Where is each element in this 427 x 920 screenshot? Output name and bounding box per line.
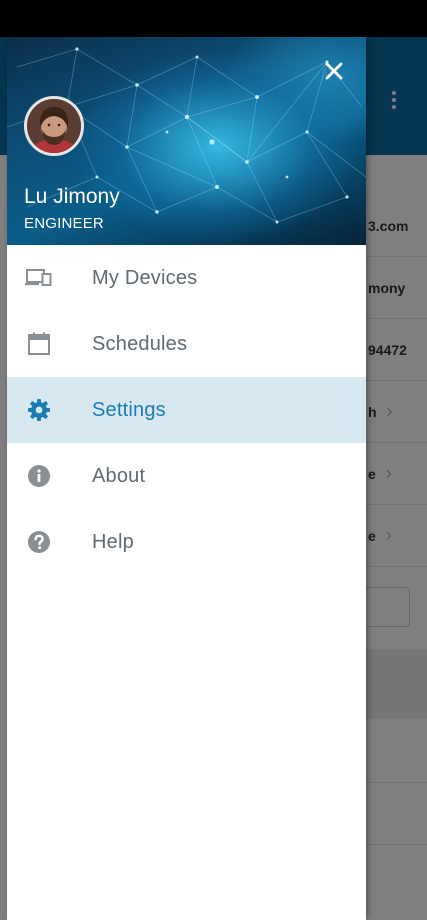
menu-label-my-devices: My Devices xyxy=(92,266,198,289)
gear-icon xyxy=(25,396,53,424)
status-bar xyxy=(0,0,427,37)
calendar-icon xyxy=(25,330,53,358)
menu-item-my-devices[interactable]: My Devices xyxy=(7,245,366,311)
close-drawer-button[interactable] xyxy=(318,55,350,87)
user-role: ENGINEER xyxy=(24,215,104,232)
menu-item-settings[interactable]: Settings xyxy=(7,377,366,443)
help-icon xyxy=(25,528,53,556)
drawer-header: Lu Jimony ENGINEER xyxy=(7,37,366,245)
menu-label-schedules: Schedules xyxy=(92,332,188,355)
menu-item-schedules[interactable]: Schedules xyxy=(7,311,366,377)
info-icon xyxy=(25,462,53,490)
menu-item-about[interactable]: About xyxy=(7,443,366,509)
menu-label-help: Help xyxy=(92,530,134,553)
menu-item-help[interactable]: Help xyxy=(7,509,366,575)
user-name: Lu Jimony xyxy=(24,185,120,208)
menu-label-settings: Settings xyxy=(92,398,166,421)
drawer-menu: My Devices Schedules Settings About Help xyxy=(7,245,366,575)
avatar[interactable] xyxy=(24,96,84,156)
menu-label-about: About xyxy=(92,464,146,487)
close-icon xyxy=(325,62,343,80)
navigation-drawer: Lu Jimony ENGINEER My Devices Schedules … xyxy=(7,37,366,920)
avatar-image xyxy=(27,99,81,153)
devices-icon xyxy=(25,264,53,292)
